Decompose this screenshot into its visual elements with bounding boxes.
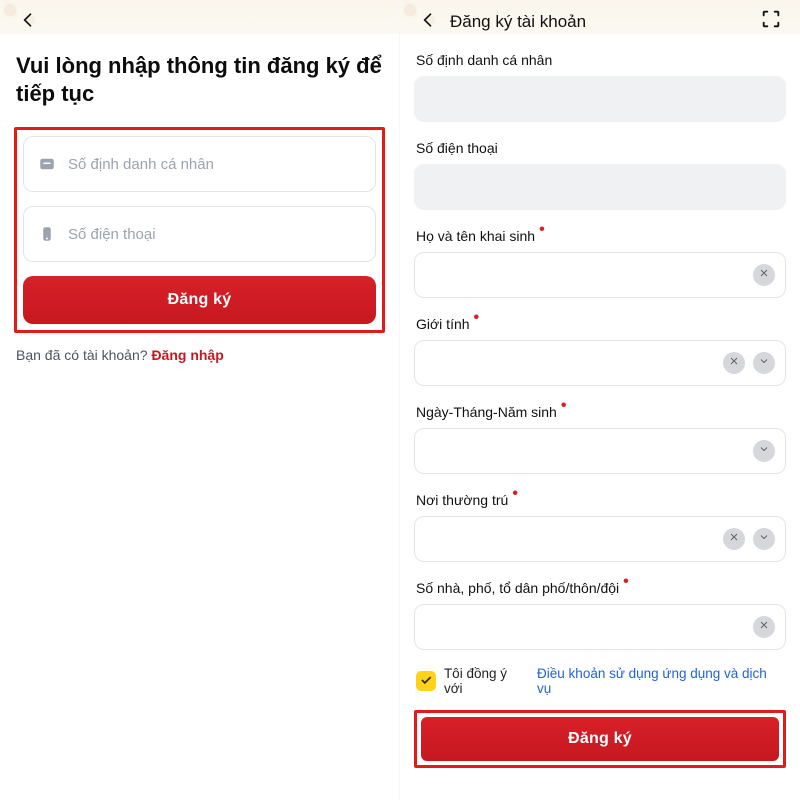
dropdown-button[interactable] bbox=[753, 528, 775, 550]
label-residence: Nơi thường trú• bbox=[416, 492, 784, 508]
highlight-box: Đăng ký bbox=[14, 127, 385, 333]
agree-text: Tôi đồng ý với bbox=[444, 666, 529, 696]
chevron-down-icon bbox=[758, 530, 770, 548]
label-fullname: Họ và tên khai sinh• bbox=[416, 228, 784, 244]
close-icon bbox=[758, 266, 770, 284]
label-dob: Ngày-Tháng-Năm sinh• bbox=[416, 404, 784, 420]
topbar-left bbox=[14, 2, 385, 42]
dob-field[interactable] bbox=[414, 428, 786, 474]
required-icon: • bbox=[561, 403, 567, 409]
back-button[interactable] bbox=[14, 8, 42, 36]
close-icon bbox=[758, 618, 770, 636]
clear-button[interactable] bbox=[753, 264, 775, 286]
fullname-input[interactable] bbox=[415, 253, 715, 297]
dropdown-button[interactable] bbox=[753, 352, 775, 374]
close-icon bbox=[728, 354, 740, 372]
chevron-down-icon bbox=[758, 442, 770, 460]
dropdown-button[interactable] bbox=[753, 440, 775, 462]
dob-input[interactable] bbox=[415, 429, 715, 473]
scan-icon bbox=[760, 8, 782, 35]
phone-field[interactable] bbox=[23, 206, 376, 262]
arrow-left-icon bbox=[418, 10, 438, 35]
chevron-down-icon bbox=[758, 354, 770, 372]
phone-input[interactable] bbox=[68, 226, 361, 243]
screen-initial: Vui lòng nhập thông tin đăng ký để tiếp … bbox=[0, 0, 400, 800]
register-button[interactable]: Đăng ký bbox=[421, 717, 779, 761]
label-gender: Giới tính• bbox=[416, 316, 784, 332]
page-title: Đăng ký tài khoản bbox=[450, 12, 586, 32]
gender-input[interactable] bbox=[415, 341, 715, 385]
back-button[interactable] bbox=[414, 8, 442, 36]
scan-button[interactable] bbox=[758, 8, 784, 34]
residence-input[interactable] bbox=[415, 517, 715, 561]
id-readonly bbox=[414, 76, 786, 122]
required-icon: • bbox=[623, 579, 629, 585]
required-icon: • bbox=[512, 491, 518, 497]
required-icon: • bbox=[474, 315, 480, 321]
page-heading: Vui lòng nhập thông tin đăng ký để tiếp … bbox=[16, 52, 383, 107]
fullname-field[interactable] bbox=[414, 252, 786, 298]
login-question: Bạn đã có tài khoản? bbox=[16, 347, 151, 363]
clear-button[interactable] bbox=[723, 528, 745, 550]
phone-icon bbox=[38, 225, 56, 243]
terms-link[interactable]: Điều khoản sử dụng ứng dụng và dịch vụ bbox=[537, 666, 784, 696]
address-field[interactable] bbox=[414, 604, 786, 650]
check-icon bbox=[419, 673, 433, 690]
label-address: Số nhà, phố, tổ dân phố/thôn/đội• bbox=[416, 580, 784, 596]
clear-button[interactable] bbox=[753, 616, 775, 638]
login-prompt: Bạn đã có tài khoản? Đăng nhập bbox=[16, 347, 383, 363]
screen-register-details: Đăng ký tài khoản Số định danh cá nhân S… bbox=[400, 0, 800, 800]
topbar-right: Đăng ký tài khoản bbox=[414, 2, 786, 42]
terms-row: Tôi đồng ý với Điều khoản sử dụng ứng dụ… bbox=[416, 666, 784, 696]
arrow-left-icon bbox=[18, 10, 38, 35]
register-button[interactable]: Đăng ký bbox=[23, 276, 376, 324]
id-card-icon bbox=[38, 155, 56, 173]
phone-readonly bbox=[414, 164, 786, 210]
label-phone: Số điện thoại bbox=[416, 140, 784, 156]
address-input[interactable] bbox=[415, 605, 715, 649]
id-field[interactable] bbox=[23, 136, 376, 192]
login-link[interactable]: Đăng nhập bbox=[151, 347, 223, 363]
id-input[interactable] bbox=[68, 156, 361, 173]
required-icon: • bbox=[539, 227, 545, 233]
clear-button[interactable] bbox=[723, 352, 745, 374]
agree-checkbox[interactable] bbox=[416, 671, 436, 691]
label-id: Số định danh cá nhân bbox=[416, 52, 784, 68]
close-icon bbox=[728, 530, 740, 548]
residence-field[interactable] bbox=[414, 516, 786, 562]
gender-field[interactable] bbox=[414, 340, 786, 386]
highlight-box: Đăng ký bbox=[414, 710, 786, 768]
